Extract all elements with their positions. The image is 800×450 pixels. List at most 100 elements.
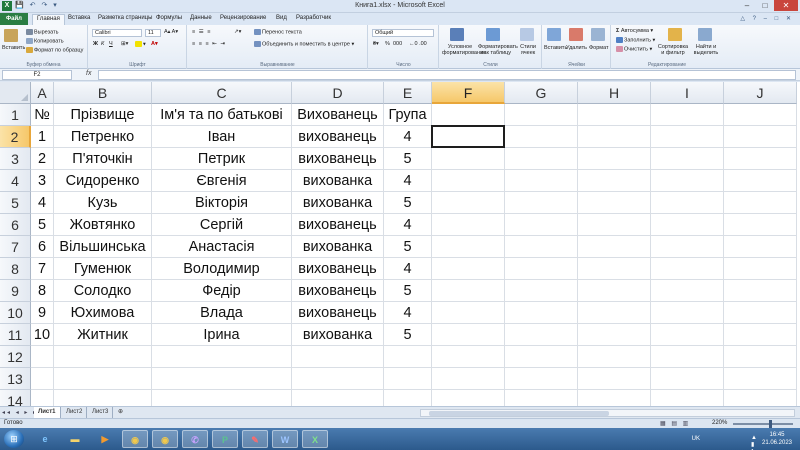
- cell-b8[interactable]: Гуменюк: [54, 258, 152, 280]
- cell-c10[interactable]: Влада: [152, 302, 292, 324]
- find-select-button[interactable]: Найти и выделить: [692, 44, 720, 56]
- format-cells-button[interactable]: Формат: [589, 45, 609, 51]
- cell-i7[interactable]: [651, 236, 724, 258]
- conditional-format-button[interactable]: Условное форматирование: [442, 44, 486, 56]
- cell-f12[interactable]: [432, 346, 505, 368]
- cell-a9[interactable]: 8: [31, 280, 54, 302]
- cell-g7[interactable]: [505, 236, 578, 258]
- cell-g6[interactable]: [505, 214, 578, 236]
- tab-developer[interactable]: Разработчик: [296, 15, 331, 21]
- row-header-13[interactable]: 13: [0, 368, 31, 390]
- view-buttons[interactable]: ▦ ▤ ▥: [660, 420, 690, 427]
- cell-f4[interactable]: [432, 170, 505, 192]
- cell-b1[interactable]: Прізвище: [54, 104, 152, 126]
- cell-h7[interactable]: [578, 236, 651, 258]
- cell-f6[interactable]: [432, 214, 505, 236]
- vertical-align-buttons[interactable]: ≡ ☰ ≡: [192, 29, 211, 35]
- formula-input[interactable]: [98, 70, 796, 80]
- cell-i10[interactable]: [651, 302, 724, 324]
- cell-f8[interactable]: [432, 258, 505, 280]
- cell-h5[interactable]: [578, 192, 651, 214]
- cell-f10[interactable]: [432, 302, 505, 324]
- tab-view[interactable]: Вид: [276, 15, 287, 21]
- cell-j9[interactable]: [724, 280, 797, 302]
- italic-button[interactable]: К: [101, 41, 104, 47]
- cell-i11[interactable]: [651, 324, 724, 346]
- cell-d4[interactable]: вихованка: [292, 170, 384, 192]
- cell-g2[interactable]: [505, 126, 578, 148]
- cell-a8[interactable]: 7: [31, 258, 54, 280]
- cell-a3[interactable]: 2: [31, 148, 54, 170]
- cell-i3[interactable]: [651, 148, 724, 170]
- horizontal-align-buttons[interactable]: ≡ ≡ ≡ ⇤ ⇥: [192, 41, 226, 47]
- cell-a11[interactable]: 10: [31, 324, 54, 346]
- currency-button[interactable]: ₴▾: [373, 41, 379, 47]
- column-header-d[interactable]: D: [292, 82, 384, 104]
- column-header-g[interactable]: G: [505, 82, 578, 104]
- cell-c13[interactable]: [152, 368, 292, 390]
- start-button[interactable]: ⊞: [4, 430, 24, 448]
- cell-i6[interactable]: [651, 214, 724, 236]
- cell-d8[interactable]: вихованець: [292, 258, 384, 280]
- cell-a7[interactable]: 6: [31, 236, 54, 258]
- cell-d1[interactable]: Вихованець: [292, 104, 384, 126]
- row-header-8[interactable]: 8: [0, 258, 31, 280]
- cell-j13[interactable]: [724, 368, 797, 390]
- row-header-14[interactable]: 14: [0, 390, 31, 406]
- cell-e9[interactable]: 5: [384, 280, 432, 302]
- cell-j6[interactable]: [724, 214, 797, 236]
- tab-formulas[interactable]: Формулы: [156, 15, 182, 21]
- cell-d5[interactable]: вихованка: [292, 192, 384, 214]
- cell-j7[interactable]: [724, 236, 797, 258]
- cell-b7[interactable]: Вільшинська: [54, 236, 152, 258]
- number-format-select[interactable]: Общий: [372, 29, 434, 37]
- cell-a6[interactable]: 5: [31, 214, 54, 236]
- decimal-buttons[interactable]: ←0 .00: [409, 41, 427, 47]
- tab-home[interactable]: Главная: [32, 14, 65, 25]
- cell-a5[interactable]: 4: [31, 192, 54, 214]
- cell-styles-button[interactable]: Стили ячеек: [516, 44, 540, 56]
- cell-c14[interactable]: [152, 390, 292, 406]
- spreadsheet-grid[interactable]: A B C D E F G H I J 1 2 3 4 5 6 7 8 9 10 11 12 13 14 № Прізвище Ім…: [0, 82, 800, 406]
- cell-j8[interactable]: [724, 258, 797, 280]
- explorer-icon[interactable]: ▬: [62, 430, 88, 448]
- cell-h11[interactable]: [578, 324, 651, 346]
- borders-button[interactable]: ⊞▾: [121, 41, 128, 47]
- row-header-12[interactable]: 12: [0, 346, 31, 368]
- font-color-button[interactable]: A▾: [151, 41, 158, 47]
- cell-d6[interactable]: вихованець: [292, 214, 384, 236]
- minimize-button[interactable]: –: [738, 0, 756, 11]
- cell-j11[interactable]: [724, 324, 797, 346]
- delete-cells-button[interactable]: Удалить: [566, 45, 587, 51]
- cell-e11[interactable]: 5: [384, 324, 432, 346]
- cell-g10[interactable]: [505, 302, 578, 324]
- cell-i2[interactable]: [651, 126, 724, 148]
- cell-e5[interactable]: 5: [384, 192, 432, 214]
- language-indicator[interactable]: UK: [692, 436, 700, 442]
- cell-h9[interactable]: [578, 280, 651, 302]
- tray-icons[interactable]: ▲ ▮ ◐ ♪: [751, 435, 760, 450]
- cell-c8[interactable]: Володимир: [152, 258, 292, 280]
- cell-f14[interactable]: [432, 390, 505, 406]
- cell-e1[interactable]: Група: [384, 104, 432, 126]
- tab-review[interactable]: Рецензирование: [220, 15, 266, 21]
- row-header-11[interactable]: 11: [0, 324, 31, 346]
- row-header-5[interactable]: 5: [0, 192, 31, 214]
- underline-button[interactable]: Ч: [109, 41, 113, 47]
- cell-f9[interactable]: [432, 280, 505, 302]
- column-header-c[interactable]: C: [152, 82, 292, 104]
- tab-page-layout[interactable]: Разметка страницы: [98, 15, 152, 21]
- sheet-tab-3[interactable]: Лист3: [88, 407, 114, 418]
- function-icon[interactable]: fx: [86, 70, 91, 77]
- row-header-4[interactable]: 4: [0, 170, 31, 192]
- cell-f1[interactable]: [432, 104, 505, 126]
- cell-d3[interactable]: вихованець: [292, 148, 384, 170]
- row-header-6[interactable]: 6: [0, 214, 31, 236]
- cell-j12[interactable]: [724, 346, 797, 368]
- cell-f5[interactable]: [432, 192, 505, 214]
- cell-d14[interactable]: [292, 390, 384, 406]
- thousands-button[interactable]: 000: [393, 41, 402, 47]
- cell-g8[interactable]: [505, 258, 578, 280]
- select-all-button[interactable]: [0, 82, 31, 104]
- media-player-icon[interactable]: ▶: [92, 430, 118, 448]
